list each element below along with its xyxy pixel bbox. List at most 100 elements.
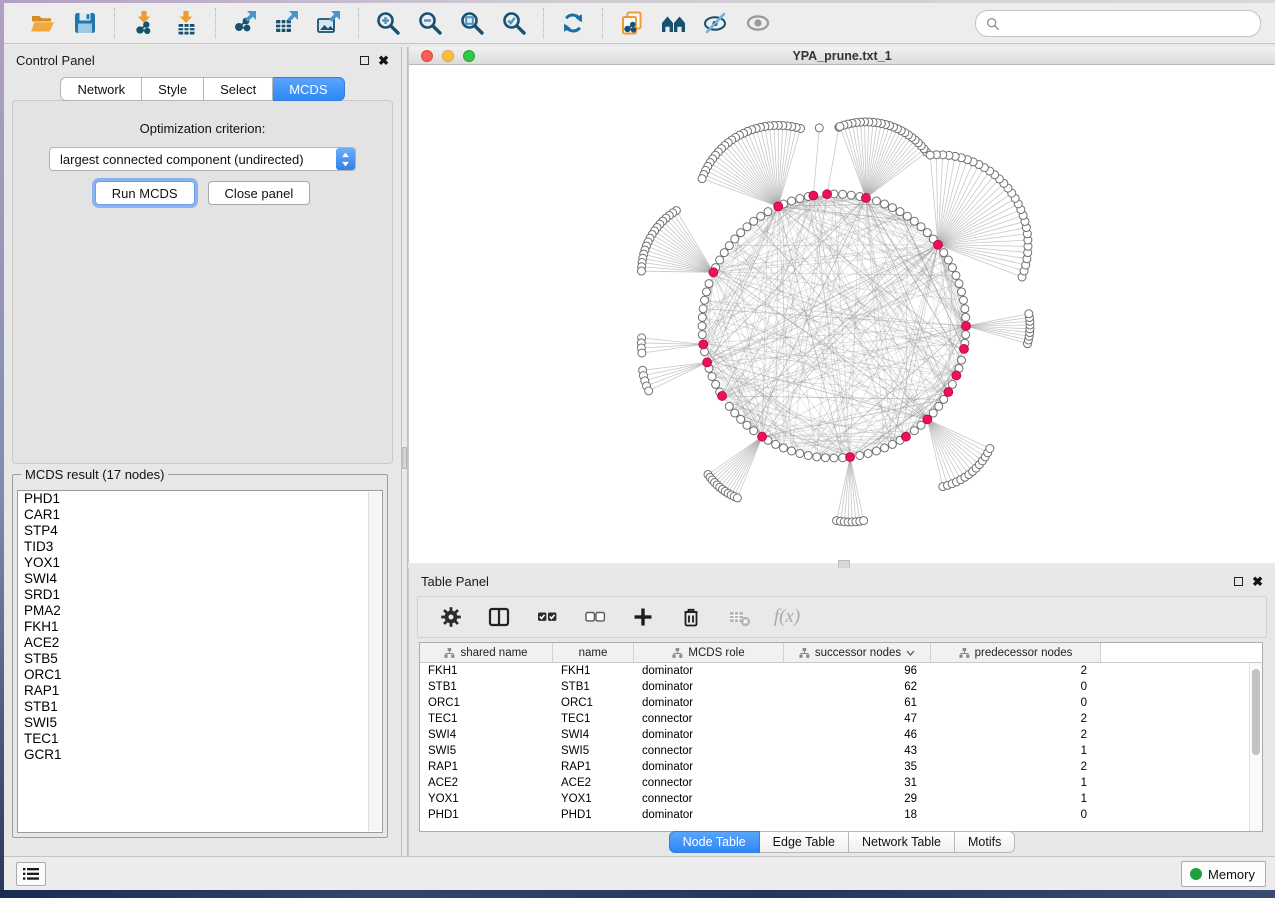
zoom-fit-button[interactable] [457, 8, 487, 38]
network-node[interactable] [750, 427, 758, 435]
mcds-result-item[interactable]: TID3 [18, 539, 382, 555]
save-session-button[interactable] [70, 8, 100, 38]
mcds-result-item[interactable]: CAR1 [18, 507, 382, 523]
mcds-result-item[interactable]: TEC1 [18, 731, 382, 747]
mcds-network-node[interactable] [709, 268, 718, 277]
mcds-network-node[interactable] [952, 371, 961, 380]
mcds-network-node[interactable] [901, 432, 910, 441]
run-mcds-button[interactable]: Run MCDS [95, 181, 195, 205]
tab-network-table[interactable]: Network Table [849, 831, 955, 853]
mcds-network-node[interactable] [774, 202, 783, 211]
network-node[interactable] [935, 402, 943, 410]
mcds-network-node[interactable] [718, 392, 727, 401]
column-header-shared-name[interactable]: shared name [420, 643, 553, 662]
deselect-all-button[interactable] [582, 604, 608, 630]
tab-edge-table[interactable]: Edge Table [760, 831, 849, 853]
table-row[interactable]: ACE2ACE2connector311 [420, 775, 1249, 791]
export-network-button[interactable] [230, 8, 260, 38]
network-node[interactable] [720, 249, 728, 257]
table-row[interactable]: YOX1YOX1connector291 [420, 791, 1249, 807]
network-canvas[interactable] [409, 65, 1275, 562]
mcds-result-item[interactable]: SRD1 [18, 587, 382, 603]
network-node[interactable] [788, 447, 796, 455]
table-panel-close-icon[interactable]: ✖ [1252, 575, 1263, 588]
network-node[interactable] [772, 440, 780, 448]
mcds-network-node[interactable] [962, 322, 971, 331]
network-node[interactable] [737, 415, 745, 423]
network-node[interactable] [910, 427, 918, 435]
mcds-result-item[interactable]: ACE2 [18, 635, 382, 651]
network-node[interactable] [888, 204, 896, 212]
mcds-network-node[interactable] [809, 191, 818, 200]
network-node[interactable] [830, 454, 838, 462]
mcds-result-item[interactable]: SWI4 [18, 571, 382, 587]
mcds-result-item[interactable]: GCR1 [18, 747, 382, 763]
open-file-button[interactable] [28, 8, 58, 38]
delete-entry-button[interactable] [678, 604, 704, 630]
network-node[interactable] [910, 217, 918, 225]
network-node[interactable] [733, 494, 741, 502]
column-header-mcds-role[interactable]: MCDS role [634, 643, 784, 662]
network-node[interactable] [788, 197, 796, 205]
network-node[interactable] [958, 288, 966, 296]
network-node[interactable] [955, 280, 963, 288]
add-entry-button[interactable] [630, 604, 656, 630]
network-node[interactable] [986, 444, 994, 452]
table-row[interactable]: SWI5SWI5connector431 [420, 743, 1249, 759]
mcds-network-node[interactable] [960, 345, 969, 354]
mcds-network-node[interactable] [862, 194, 871, 203]
network-node[interactable] [839, 190, 847, 198]
network-node[interactable] [705, 280, 713, 288]
network-node[interactable] [881, 200, 889, 208]
network-node[interactable] [1025, 310, 1033, 318]
control-panel-float-icon[interactable] [360, 56, 369, 65]
network-node[interactable] [864, 450, 872, 458]
network-node[interactable] [896, 208, 904, 216]
mcds-network-node[interactable] [703, 358, 712, 367]
tab-node-table[interactable]: Node Table [669, 831, 760, 853]
mcds-result-item[interactable]: ORC1 [18, 667, 382, 683]
network-node[interactable] [725, 402, 733, 410]
import-table-button[interactable] [171, 8, 201, 38]
network-node[interactable] [698, 313, 706, 321]
network-node[interactable] [872, 447, 880, 455]
network-node[interactable] [959, 296, 967, 304]
tab-select[interactable]: Select [204, 77, 273, 101]
table-row[interactable]: STB1STB1dominator620 [420, 679, 1249, 695]
mcds-network-node[interactable] [846, 453, 855, 462]
mcds-result-item[interactable]: RAP1 [18, 683, 382, 699]
network-node[interactable] [962, 313, 970, 321]
network-node[interactable] [856, 451, 864, 459]
tab-mcds[interactable]: MCDS [273, 77, 344, 101]
search-input[interactable] [1006, 16, 1250, 31]
mcds-network-node[interactable] [758, 432, 767, 441]
network-node[interactable] [958, 356, 966, 364]
network-node[interactable] [948, 380, 956, 388]
network-node[interactable] [948, 264, 956, 272]
table-scrollbar[interactable] [1249, 663, 1262, 831]
network-node[interactable] [836, 123, 844, 131]
import-network-button[interactable] [129, 8, 159, 38]
search-box[interactable] [975, 10, 1261, 37]
mcds-network-node[interactable] [823, 190, 832, 199]
network-node[interactable] [716, 256, 724, 264]
zoom-out-button[interactable] [415, 8, 445, 38]
network-node[interactable] [698, 322, 706, 330]
network-node[interactable] [699, 305, 707, 313]
network-node[interactable] [860, 517, 868, 525]
network-node[interactable] [847, 191, 855, 199]
network-node[interactable] [737, 229, 745, 237]
network-node[interactable] [923, 229, 931, 237]
network-node[interactable] [645, 387, 653, 395]
network-node[interactable] [698, 175, 706, 183]
table-row[interactable]: ORC1ORC1dominator610 [420, 695, 1249, 711]
network-node[interactable] [764, 208, 772, 216]
show-all-button[interactable] [743, 8, 773, 38]
mcds-result-item[interactable]: PMA2 [18, 603, 382, 619]
select-all-button[interactable] [534, 604, 560, 630]
network-node[interactable] [750, 217, 758, 225]
network-node[interactable] [796, 194, 804, 202]
mcds-result-item[interactable]: FKH1 [18, 619, 382, 635]
network-node[interactable] [637, 267, 645, 275]
network-node[interactable] [917, 223, 925, 231]
